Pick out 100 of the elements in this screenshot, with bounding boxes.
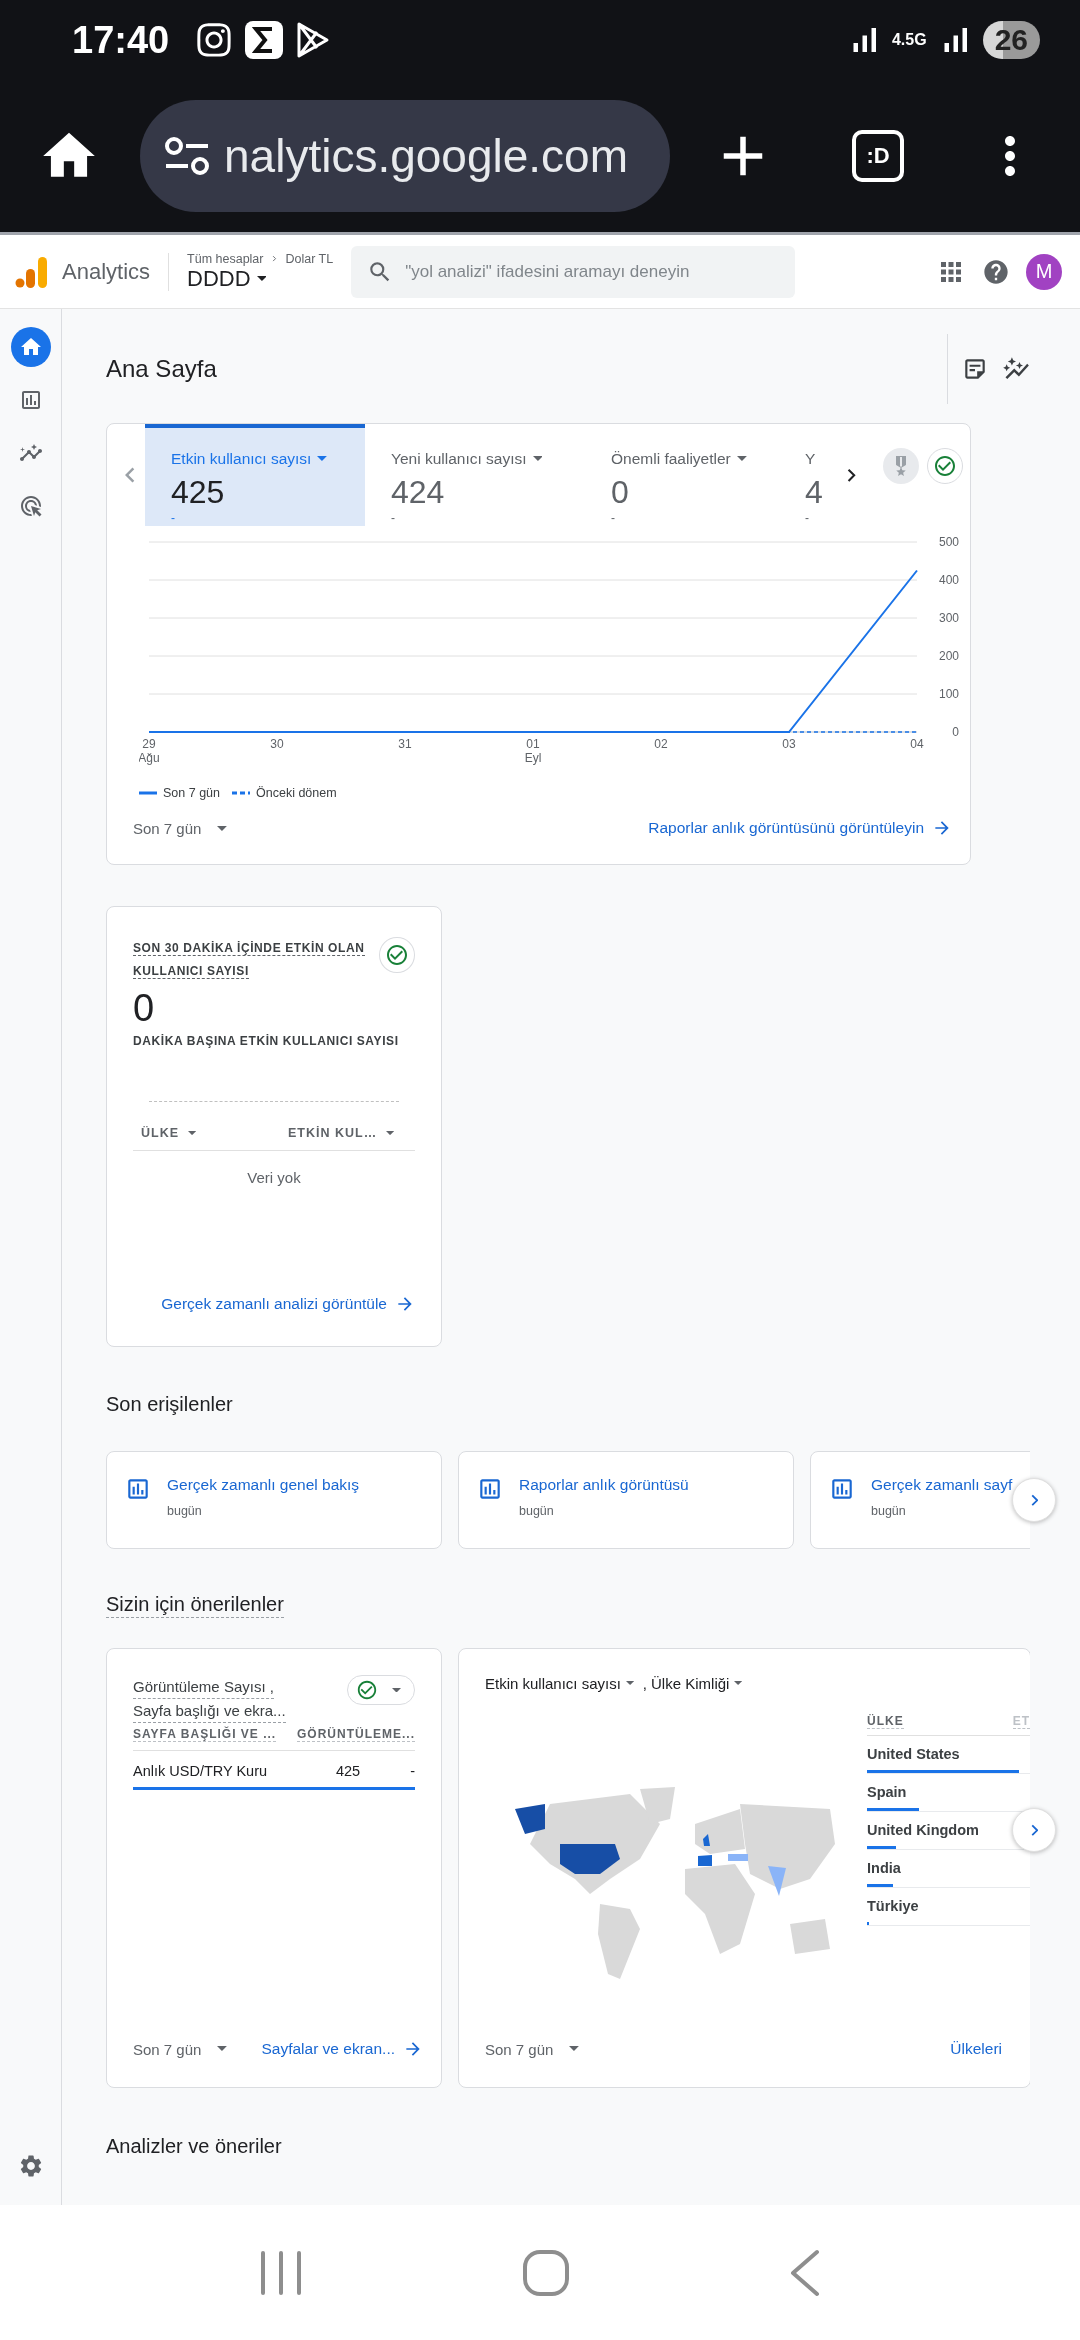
axis-tick-label: 0 [952, 725, 959, 740]
cursor-click-icon [18, 494, 43, 518]
date-range-dropdown[interactable]: Son 7 gün [485, 2040, 586, 2058]
metric-tab[interactable]: Yeni kullanıcı sayısı 424 - [365, 424, 585, 527]
recent-item-time: bugün [871, 1504, 907, 1518]
chevron-icon [272, 254, 277, 263]
recent-item-time: bugün [519, 1504, 555, 1518]
axis-tick-label: 01 Eyl [524, 737, 542, 766]
realtime-link[interactable]: Gerçek zamanlı analizi görüntüle [161, 1294, 415, 1314]
axis-tick-label: 29 Ağu [139, 737, 160, 766]
recent-item-time: bugün [167, 1504, 203, 1518]
report-icon [477, 1476, 503, 1502]
metric-tab[interactable]: Y 4 - [805, 424, 831, 527]
country-name: United States [867, 1746, 961, 1764]
section-title: Son erişilenler [106, 1393, 234, 1416]
country-name: Türkiye [867, 1898, 920, 1916]
country-name: Spain [867, 1784, 908, 1802]
caret-icon [736, 456, 747, 462]
axis-tick-label: 02 [654, 737, 668, 752]
status-dropdown[interactable] [347, 1675, 415, 1705]
analytics-logo-icon [14, 254, 48, 289]
property-selector[interactable]: DDDD [187, 265, 334, 292]
axis-tick-label: 30 [270, 737, 284, 752]
recent-item-title: Gerçek zamanlı sayf [871, 1476, 1013, 1493]
caret-icon [532, 456, 543, 462]
legend-item: Son 7 gün [139, 786, 220, 801]
sigma-app-icon [245, 21, 284, 59]
product-name: Analytics [62, 258, 151, 285]
caret-icon [317, 456, 328, 462]
recent-apps-icon[interactable] [259, 2249, 304, 2296]
card-subtitle: DAKİKA BAŞINA ETKİN KULLANICI SAYISI [133, 1033, 400, 1050]
card-title: SON 30 DAKİKA İÇİNDE ETKİN OLAN KULLANICI SAYISI [133, 940, 366, 981]
breadcrumb-link[interactable]: Dolar TL [285, 251, 334, 266]
caret-icon [734, 1681, 743, 1686]
axis-tick-label: 400 [938, 573, 959, 588]
date-range-dropdown[interactable]: Son 7 gün [133, 2040, 234, 2058]
axis-tick-label: 31 [398, 737, 412, 752]
legend-swatch [232, 791, 250, 796]
column-header: ET [1012, 1714, 1030, 1729]
metric-tab[interactable]: Önemli faaliyetler 0 - [585, 424, 805, 527]
chevron-right-icon[interactable] [845, 466, 857, 484]
address-bar[interactable]: nalytics.google.com [140, 100, 670, 212]
status-button[interactable] [379, 937, 415, 973]
dimension-selector[interactable]: , Ülke Kimliği [642, 1675, 748, 1692]
axis-tick-label: 04 [910, 737, 924, 752]
caret-icon [386, 1130, 395, 1136]
card-title: Görüntüleme Sayısı , [133, 1675, 274, 1699]
account-avatar[interactable]: M [1026, 253, 1062, 290]
clock-time: 17:40 [72, 18, 170, 62]
column-header: SAYFA BAŞLIĞI VE ... [133, 1727, 277, 1742]
caret-icon [217, 825, 228, 831]
snapshot-link[interactable]: Raporlar anlık görüntüsünü görüntüleyin [648, 818, 952, 839]
report-icon [829, 1476, 855, 1502]
caret-icon [569, 2046, 580, 2052]
metric-tab[interactable]: Etkin kullanıcı sayısı 425 - [145, 424, 365, 527]
section-title: Sizin için önerilenler [106, 1593, 284, 1618]
caret-icon [256, 275, 267, 281]
help-icon[interactable] [982, 257, 1010, 286]
chevron-right-icon [1029, 1822, 1039, 1838]
countries-link[interactable]: Ülkeleri [950, 2040, 1002, 2058]
caret-icon [391, 1687, 401, 1693]
home-nav-button[interactable] [10, 327, 51, 367]
breadcrumb-link[interactable]: Tüm hesaplar [187, 251, 264, 266]
metric-selector[interactable]: Etkin kullanıcı sayısı [485, 1675, 639, 1692]
card-title: Sayfa başlığı ve ekra... [133, 1699, 286, 1723]
recent-item-card[interactable]: Gerçek zamanlı genel bakış bugün [106, 1451, 442, 1549]
section-title: Analizler ve öneriler [106, 2135, 283, 2158]
battery-level: 26 [982, 21, 1040, 59]
axis-tick-label: 03 [782, 737, 796, 752]
note-icon[interactable] [962, 356, 988, 382]
date-range-dropdown[interactable]: Son 7 gün [133, 819, 234, 837]
camera-app-icon [195, 21, 234, 59]
table-cell: 425 [335, 1763, 361, 1779]
column-header: ÜLKE [867, 1714, 904, 1729]
recent-item-card[interactable]: Raporlar anlık görüntüsü bugün [458, 1451, 794, 1549]
table-cell: Anlık USD/TRY Kuru [133, 1763, 268, 1779]
pages-link[interactable]: Sayfalar ve ekran... [261, 2039, 423, 2059]
recent-item-title: Raporlar anlık görüntüsü [519, 1476, 689, 1493]
back-icon[interactable] [788, 2248, 821, 2297]
column-header[interactable]: ETKİN KUL… [288, 1126, 399, 1140]
search-field[interactable]: "yol analizi" ifadesini aramayı deneyin [351, 245, 796, 298]
tune-icon [164, 136, 210, 176]
legend-item: Önceki dönem [232, 786, 337, 801]
recent-item-card[interactable]: Gerçek zamanlı sayf bugün [810, 1451, 1030, 1549]
page-title: Ana Sayfa [106, 355, 217, 383]
realtime-value: 0 [133, 987, 156, 1030]
caret-icon [187, 1130, 196, 1136]
column-header[interactable]: ÜLKE [141, 1126, 201, 1140]
medal-button[interactable] [883, 448, 919, 484]
tab-switcher-button[interactable]: :D [852, 130, 904, 182]
legend-swatch [139, 791, 157, 796]
country-name: United Kingdom [867, 1822, 980, 1840]
axis-tick-label: 300 [938, 611, 959, 626]
report-icon [125, 1476, 151, 1502]
network-type: 4.5G [891, 31, 927, 49]
recent-item-title: Gerçek zamanlı genel bakış [167, 1476, 360, 1493]
column-header: GÖRÜNTÜLEME... [297, 1727, 415, 1742]
caret-icon [625, 1681, 634, 1686]
status-button[interactable] [927, 448, 963, 484]
axis-tick-label: 200 [938, 649, 959, 664]
